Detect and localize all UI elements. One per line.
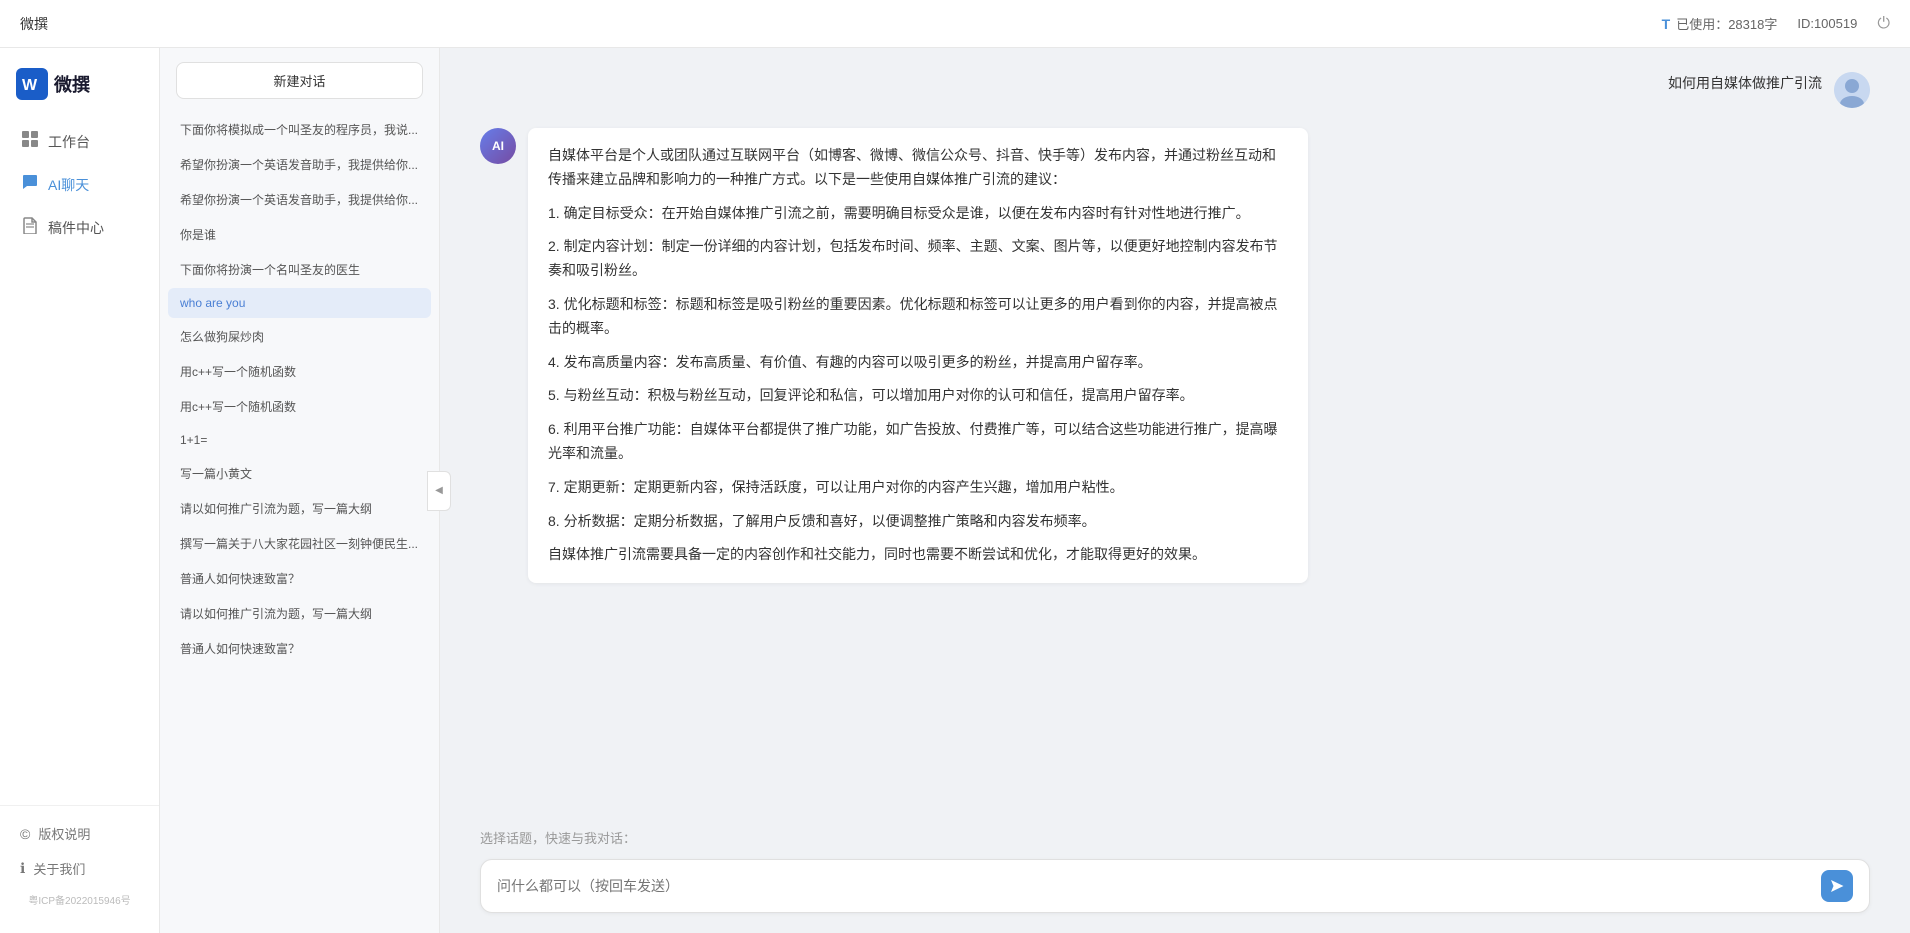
user-message-row: 如何用自媒体做推广引流 xyxy=(480,72,1870,108)
ai-paragraph: 6. 利用平台推广功能：自媒体平台都提供了推广功能，如广告投放、付费推广等，可以… xyxy=(548,418,1288,466)
history-item[interactable]: 请以如何推广引流为题，写一篇大纲 xyxy=(168,597,431,630)
history-item[interactable]: 用c++写一个随机函数 xyxy=(168,355,431,388)
sidebar-item-drafts-label: 稿件中心 xyxy=(48,218,104,238)
nav-copyright-label: 版权说明 xyxy=(38,824,90,843)
new-chat-button[interactable]: 新建对话 xyxy=(176,62,423,99)
usage-label: 已使用：28318字 xyxy=(1676,14,1777,33)
sidebar-item-ai-chat[interactable]: AI聊天 xyxy=(0,163,159,206)
main-layout: W 微撰 工作台 AI聊天 稿件中心 © 版权说明 xyxy=(0,48,1910,933)
power-icon[interactable]: ⏻ xyxy=(1877,15,1890,33)
user-message-text: 如何用自媒体做推广引流 xyxy=(1668,75,1822,91)
user-avatar xyxy=(1834,72,1870,108)
history-item[interactable]: 下面你将扮演一个名叫圣友的医生 xyxy=(168,253,431,286)
ai-paragraph: 5. 与粉丝互动：积极与粉丝互动，回复评论和私信，可以增加用户对你的认可和信任，… xyxy=(548,384,1288,408)
history-item[interactable]: 你是谁 xyxy=(168,218,431,251)
send-icon xyxy=(1829,878,1845,894)
copyright-icon: © xyxy=(20,826,30,842)
logo-text: 微撰 xyxy=(54,71,90,97)
ai-paragraph: 自媒体平台是个人或团队通过互联网平台（如博客、微博、微信公众号、抖音、快手等）发… xyxy=(548,144,1288,192)
sidebar-item-workbench[interactable]: 工作台 xyxy=(0,120,159,163)
logo-icon: W xyxy=(16,68,48,100)
ai-chat-icon xyxy=(20,173,40,196)
chat-history-panel: 新建对话 下面你将模拟成一个叫圣友的程序员，我说...希望你扮演一个英语发音助手… xyxy=(160,48,440,933)
nav-bottom: © 版权说明 ℹ 关于我们 粤ICP备2022015946号 xyxy=(0,805,159,913)
drafts-icon xyxy=(20,216,40,239)
input-area xyxy=(440,851,1910,933)
chat-area: 如何用自媒体做推广引流 AI 自媒体平台是个人或团队通过互联网平台（如博客、微博… xyxy=(440,48,1910,933)
suggestions-label: 选择话题，快速与我对话： xyxy=(480,831,636,846)
sidebar-item-drafts[interactable]: 稿件中心 xyxy=(0,206,159,249)
svg-text:W: W xyxy=(22,77,38,94)
topbar-title: 微撰 xyxy=(20,14,48,34)
history-item[interactable]: 希望你扮演一个英语发音助手，我提供给你... xyxy=(168,183,431,216)
input-box xyxy=(480,859,1870,913)
ai-message-content: 自媒体平台是个人或团队通过互联网平台（如博客、微博、微信公众号、抖音、快手等）发… xyxy=(528,128,1308,583)
usage-icon: T xyxy=(1662,16,1671,32)
history-item[interactable]: 下面你将模拟成一个叫圣友的程序员，我说... xyxy=(168,113,431,146)
collapse-button[interactable]: ◀ xyxy=(427,471,451,511)
topbar-right: T 已使用：28318字 ID:100519 ⏻ xyxy=(1662,14,1890,33)
history-item[interactable]: 普通人如何快速致富？ xyxy=(168,632,431,665)
logo: W 微撰 xyxy=(0,68,159,120)
user-message-content: 如何用自媒体做推广引流 xyxy=(1668,72,1822,108)
chat-input[interactable] xyxy=(497,874,1811,898)
sidebar-item-workbench-label: 工作台 xyxy=(48,132,90,152)
ai-paragraph: 1. 确定目标受众：在开始自媒体推广引流之前，需要明确目标受众是谁，以便在发布内… xyxy=(548,202,1288,226)
send-button[interactable] xyxy=(1821,870,1853,902)
ai-paragraph: 8. 分析数据：定期分析数据，了解用户反馈和喜好，以便调整推广策略和内容发布频率… xyxy=(548,510,1288,534)
about-icon: ℹ xyxy=(20,860,25,877)
ai-avatar: AI xyxy=(480,128,516,164)
ai-paragraph: 7. 定期更新：定期更新内容，保持活跃度，可以让用户对你的内容产生兴趣，增加用户… xyxy=(548,476,1288,500)
quick-suggestions: 选择话题，快速与我对话： xyxy=(440,820,1910,851)
ai-message-row: AI 自媒体平台是个人或团队通过互联网平台（如博客、微博、微信公众号、抖音、快手… xyxy=(480,128,1870,583)
left-sidebar: W 微撰 工作台 AI聊天 稿件中心 © 版权说明 xyxy=(0,48,160,933)
history-item[interactable]: 用c++写一个随机函数 xyxy=(168,390,431,423)
history-item[interactable]: 怎么做狗屎炒肉 xyxy=(168,320,431,353)
history-item[interactable]: 撰写一篇关于八大家花园社区一刻钟便民生... xyxy=(168,527,431,560)
history-item[interactable]: 请以如何推广引流为题，写一篇大纲 xyxy=(168,492,431,525)
history-item[interactable]: 普通人如何快速致富？ xyxy=(168,562,431,595)
topbar: 微撰 T 已使用：28318字 ID:100519 ⏻ xyxy=(0,0,1910,48)
icp-text: 粤ICP备2022015946号 xyxy=(0,886,159,913)
workbench-icon xyxy=(20,130,40,153)
sidebar-item-ai-chat-label: AI聊天 xyxy=(48,175,89,195)
nav-copyright[interactable]: © 版权说明 xyxy=(0,816,159,851)
nav-about[interactable]: ℹ 关于我们 xyxy=(0,851,159,886)
history-item[interactable]: 写一篇小黄文 xyxy=(168,457,431,490)
ai-paragraph: 4. 发布高质量内容：发布高质量、有价值、有趣的内容可以吸引更多的粉丝，并提高用… xyxy=(548,351,1288,375)
history-item[interactable]: 希望你扮演一个英语发音助手，我提供给你... xyxy=(168,148,431,181)
history-item[interactable]: who are you xyxy=(168,288,431,318)
chat-messages: 如何用自媒体做推广引流 AI 自媒体平台是个人或团队通过互联网平台（如博客、微博… xyxy=(440,48,1910,820)
history-list: 下面你将模拟成一个叫圣友的程序员，我说...希望你扮演一个英语发音助手，我提供给… xyxy=(160,113,439,933)
usage-info: T 已使用：28318字 xyxy=(1662,14,1778,33)
history-item[interactable]: 1+1= xyxy=(168,425,431,455)
ai-paragraph: 3. 优化标题和标签：标题和标签是吸引粉丝的重要因素。优化标题和标签可以让更多的… xyxy=(548,293,1288,341)
id-label: ID:100519 xyxy=(1797,16,1857,31)
nav-about-label: 关于我们 xyxy=(33,859,85,878)
ai-paragraph: 2. 制定内容计划：制定一份详细的内容计划，包括发布时间、频率、主题、文案、图片… xyxy=(548,235,1288,283)
ai-paragraph: 自媒体推广引流需要具备一定的内容创作和社交能力，同时也需要不断尝试和优化，才能取… xyxy=(548,543,1288,567)
